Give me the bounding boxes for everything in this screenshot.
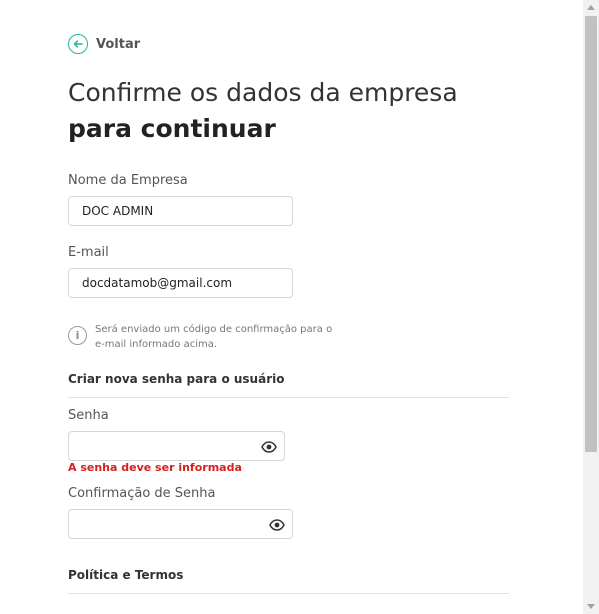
email-label: E-mail <box>68 245 109 260</box>
password-confirm-input[interactable] <box>69 510 292 538</box>
scrollbar-thumb[interactable] <box>585 16 597 452</box>
password-section-heading: Criar nova senha para o usuário <box>68 372 285 386</box>
page-subtitle: para continuar <box>68 114 276 143</box>
email-input[interactable] <box>69 269 292 297</box>
info-circle-icon: i <box>68 326 87 345</box>
password-confirm-label: Confirmação de Senha <box>68 486 216 501</box>
password-input[interactable] <box>69 432 284 460</box>
back-label: Voltar <box>96 36 141 52</box>
company-name-label: Nome da Empresa <box>68 173 188 188</box>
password-label: Senha <box>68 408 109 423</box>
email-field-box <box>68 268 293 298</box>
password-confirm-field-box <box>68 509 293 539</box>
arrow-left-circle-icon <box>68 34 88 54</box>
scroll-down-arrow-icon[interactable] <box>587 604 595 609</box>
password-field-box <box>68 431 285 461</box>
section-divider <box>68 593 509 594</box>
company-name-field-box <box>68 196 293 226</box>
company-name-input[interactable] <box>69 197 292 225</box>
eye-icon[interactable] <box>261 439 277 455</box>
info-note: i Será enviado um código de confirmação … <box>68 322 333 352</box>
policy-section-heading: Política e Termos <box>68 568 184 582</box>
password-error-message: A senha deve ser informada <box>68 461 242 474</box>
eye-icon[interactable] <box>269 517 285 533</box>
info-note-text: Será enviado um código de confirmação pa… <box>95 324 333 350</box>
page-title: Confirme os dados da empresa <box>68 78 458 107</box>
back-link[interactable]: Voltar <box>68 34 140 54</box>
company-confirmation-page: Voltar Confirme os dados da empresa para… <box>0 0 599 614</box>
vertical-scrollbar[interactable] <box>583 0 599 614</box>
scroll-up-arrow-icon[interactable] <box>587 5 595 10</box>
section-divider <box>68 397 509 398</box>
